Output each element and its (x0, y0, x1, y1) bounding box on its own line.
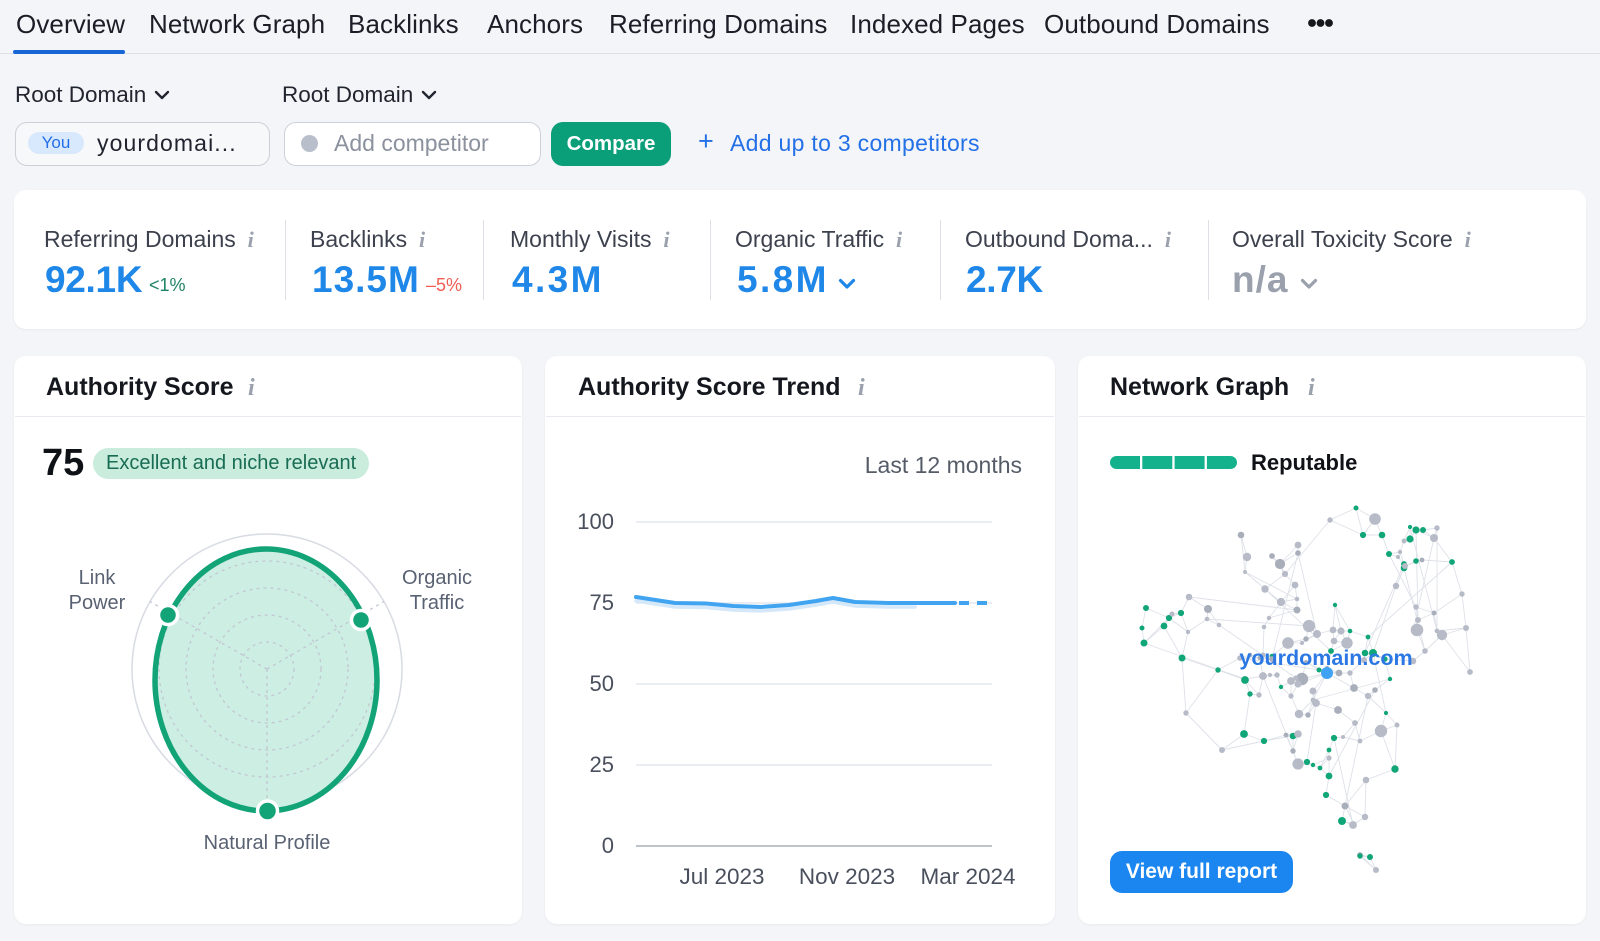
svg-text:0: 0 (602, 833, 614, 858)
svg-text:Nov 2023: Nov 2023 (799, 864, 895, 889)
svg-text:25: 25 (590, 752, 614, 777)
svg-text:50: 50 (590, 671, 614, 696)
svg-text:Jul 2023: Jul 2023 (679, 864, 764, 889)
svg-text:75: 75 (590, 590, 614, 615)
svg-text:Mar 2024: Mar 2024 (920, 864, 1015, 889)
svg-text:100: 100 (577, 509, 614, 534)
